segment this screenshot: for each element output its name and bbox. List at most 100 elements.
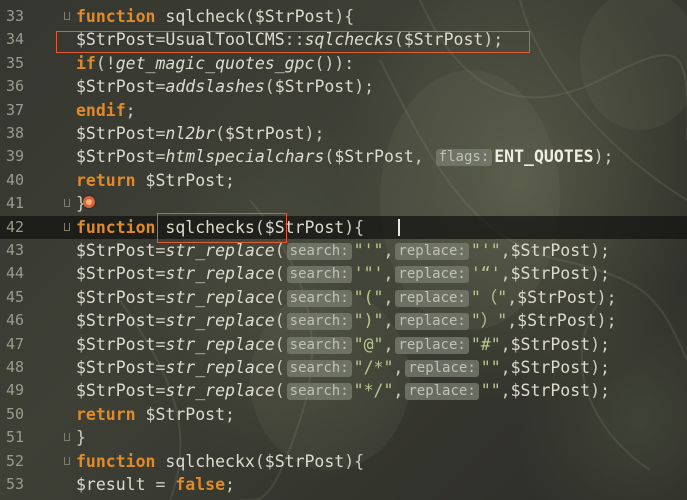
code-text[interactable]: if(!get_magic_quotes_gpc()):: [76, 52, 354, 75]
fold-marker-icon[interactable]: [64, 222, 70, 231]
code-text[interactable]: return $StrPost;: [76, 169, 235, 192]
code-text[interactable]: $StrPost=str_replace(search: "*/", replace…: [76, 379, 610, 402]
code-text[interactable]: endif;: [76, 99, 136, 122]
line-number[interactable]: 37: [0, 99, 24, 122]
code-token: return: [76, 170, 136, 190]
code-text[interactable]: function sqlcheck($StrPost){: [76, 5, 354, 28]
code-token: ,: [383, 287, 394, 307]
code-token: $StrPost: [274, 77, 355, 97]
text-caret: [398, 218, 400, 236]
code-token: =: [155, 124, 166, 143]
code-token: "'": [470, 241, 501, 260]
code-line-52[interactable]: 52 function sqlcheckx($StrPost){: [0, 450, 687, 473]
code-editor[interactable]: 33 function sqlcheck($StrPost){ 34 $StrPost…: [0, 0, 687, 500]
line-number[interactable]: 53: [0, 473, 24, 496]
code-line-43[interactable]: 43 $StrPost=str_replace(search: "'", replac…: [0, 239, 687, 262]
fold-marker-icon[interactable]: [64, 433, 70, 442]
line-number[interactable]: 40: [0, 169, 24, 192]
code-text[interactable]: $StrPost=str_replace(search: '"', replace:…: [76, 262, 610, 285]
code-token: $StrPost: [76, 264, 156, 284]
code-token: str_replace: [165, 381, 275, 401]
line-number[interactable]: 49: [0, 379, 24, 402]
code-token: ){: [334, 7, 355, 26]
line-number[interactable]: 39: [0, 145, 24, 168]
code-line-53[interactable]: 53 $result = false;: [0, 473, 687, 496]
line-number[interactable]: 43: [0, 239, 24, 262]
code-text[interactable]: }: [76, 426, 86, 449]
fold-marker-icon[interactable]: [64, 199, 70, 208]
line-number[interactable]: 36: [0, 75, 24, 98]
line-number[interactable]: 46: [0, 309, 24, 332]
code-text[interactable]: $StrPost=str_replace(search: "/*", replace…: [76, 356, 610, 379]
code-line-49[interactable]: 49 $StrPost=str_replace(search: "*/", repla…: [0, 379, 687, 402]
line-number[interactable]: 34: [0, 28, 24, 51]
code-token: function: [76, 217, 156, 237]
code-line-42[interactable]: 42 function sqlchecks($StrPost){: [0, 215, 687, 239]
code-line-50[interactable]: 50 return $StrPost;: [0, 403, 687, 426]
code-text[interactable]: $StrPost=nl2br($StrPost);: [76, 122, 324, 145]
code-text[interactable]: $StrPost=str_replace(search: "@", replace:…: [76, 333, 610, 356]
code-token: $StrPost: [254, 7, 335, 26]
code-line-47[interactable]: 47 $StrPost=str_replace(search: "@", replac…: [0, 333, 687, 356]
code-token: ,: [507, 287, 518, 307]
code-line-39[interactable]: 39 $StrPost=htmlspecialchars($StrPost, fl…: [0, 145, 687, 168]
line-number[interactable]: 52: [0, 450, 24, 473]
code-line-44[interactable]: 44 $StrPost=str_replace(search: '"', replac…: [0, 262, 687, 285]
line-number[interactable]: 50: [0, 403, 24, 426]
code-token: str_replace: [165, 358, 275, 377]
code-token: (: [274, 241, 285, 260]
code-token: ,: [500, 334, 511, 354]
code-line-35[interactable]: 35 if(!get_magic_quotes_gpc()):: [0, 52, 687, 75]
code-token: );: [354, 77, 375, 97]
code-token: ()):: [314, 53, 355, 73]
code-text[interactable]: $result = false;: [76, 473, 235, 496]
code-line-36[interactable]: 36 $StrPost=addslashes($StrPost);: [0, 75, 687, 98]
code-token: =: [155, 311, 166, 331]
line-number[interactable]: 51: [0, 426, 24, 449]
code-line-40[interactable]: 40 return $StrPost;: [0, 169, 687, 192]
code-token: str_replace: [165, 311, 275, 331]
code-text[interactable]: $StrPost=addslashes($StrPost);: [76, 75, 374, 98]
code-line-38[interactable]: 38 $StrPost=nl2br($StrPost);: [0, 122, 687, 145]
code-token: =: [145, 475, 176, 494]
code-line-51[interactable]: 51}: [0, 426, 687, 449]
line-number[interactable]: 33: [0, 5, 24, 28]
parameter-hint: search:: [286, 360, 352, 377]
code-token: );: [593, 147, 614, 167]
code-line-37[interactable]: 37 endif;: [0, 99, 687, 122]
code-token: htmlspecialchars: [165, 147, 325, 167]
code-token: );: [304, 124, 325, 143]
code-token: $StrPost: [510, 241, 591, 260]
code-line-41[interactable]: 41}: [0, 192, 687, 215]
code-text[interactable]: $StrPost=htmlspecialchars($StrPost, flag…: [76, 145, 613, 168]
line-number[interactable]: 45: [0, 286, 24, 309]
line-number[interactable]: 47: [0, 333, 24, 356]
line-number[interactable]: 44: [0, 262, 24, 285]
line-number[interactable]: 35: [0, 52, 24, 75]
fold-marker-icon[interactable]: [64, 456, 70, 465]
code-text[interactable]: $StrPost=str_replace(search: "(", replace:…: [76, 286, 617, 309]
code-token: endif: [76, 100, 126, 120]
line-number[interactable]: 42: [0, 216, 24, 239]
code-token: ")": [353, 311, 384, 331]
code-token: $StrPost: [76, 287, 156, 307]
code-line-33[interactable]: 33 function sqlcheck($StrPost){: [0, 5, 687, 28]
parameter-hint: search:: [286, 289, 352, 307]
code-token: str_replace: [165, 287, 275, 307]
code-token: =: [155, 77, 166, 97]
breakpoint-bulb-icon[interactable]: [83, 196, 95, 209]
code-line-45[interactable]: 45 $StrPost=str_replace(search: "(", replac…: [0, 286, 687, 309]
line-number[interactable]: 41: [0, 192, 24, 215]
line-number[interactable]: 38: [0, 122, 24, 145]
code-line-46[interactable]: 46 $StrPost=str_replace(search: ")", replac…: [0, 309, 687, 332]
parameter-hint: replace:: [395, 289, 469, 307]
fold-marker-icon[interactable]: [64, 12, 70, 20]
code-token: }: [76, 428, 86, 448]
code-text[interactable]: function sqlcheckx($StrPost){: [76, 450, 364, 473]
code-text[interactable]: $StrPost=str_replace(search: ")", replace:…: [76, 309, 617, 332]
code-text[interactable]: return $StrPost;: [76, 403, 235, 426]
code-line-48[interactable]: 48 $StrPost=str_replace(search: "/*", repla…: [0, 356, 687, 379]
code-token: $StrPost: [510, 334, 591, 354]
line-number[interactable]: 48: [0, 356, 24, 379]
parameter-hint: replace:: [395, 336, 469, 354]
